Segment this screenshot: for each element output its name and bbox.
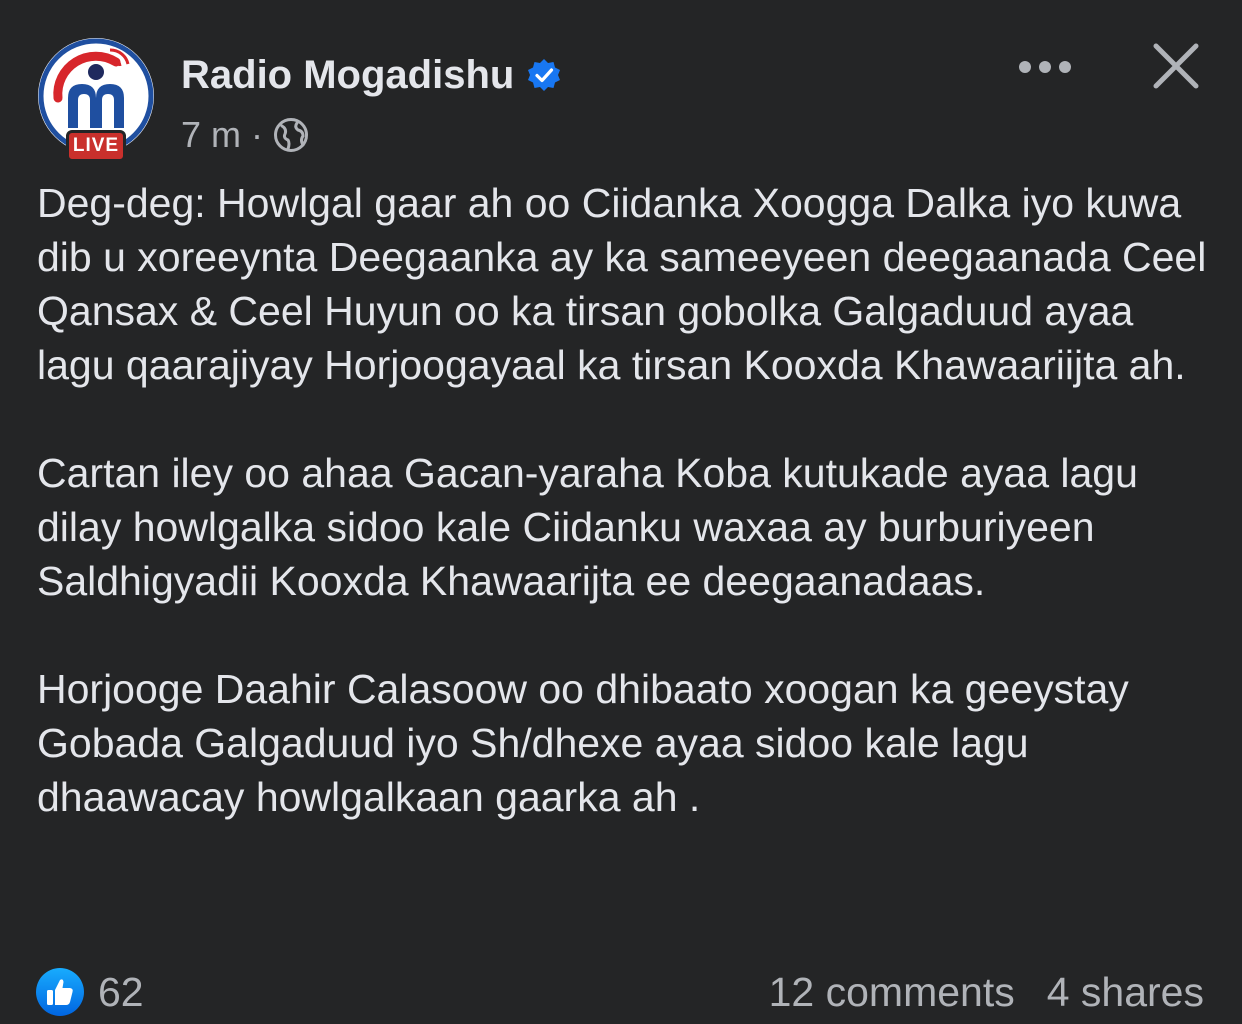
globe-icon xyxy=(274,118,309,152)
post-paragraph: Cartan iley oo ahaa Gacan-yaraha Koba ku… xyxy=(37,450,1138,604)
close-button[interactable] xyxy=(1146,36,1206,96)
page-name[interactable]: Radio Mogadishu xyxy=(181,53,514,98)
post-footer: 62 12 comments 4 shares xyxy=(0,960,1242,1024)
post-meta: 7 m · xyxy=(181,112,309,158)
shares-count-link[interactable]: 4 shares xyxy=(1047,968,1204,1016)
page-name-row: Radio Mogadishu xyxy=(181,50,562,100)
engagement-stats: 12 comments 4 shares xyxy=(769,968,1204,1016)
close-icon xyxy=(1153,43,1199,89)
more-options-icon xyxy=(1019,61,1071,73)
comments-count-link[interactable]: 12 comments xyxy=(769,968,1015,1016)
live-badge: LIVE xyxy=(66,130,126,162)
post-text: Deg-deg: Howlgal gaar ah oo Ciidanka Xoo… xyxy=(37,176,1217,824)
post-header: LIVE Radio Mogadishu 7 m · xyxy=(0,0,1242,170)
meta-separator: · xyxy=(251,114,264,155)
post-paragraph: Horjooge Daahir Calasoow oo dhibaato xoo… xyxy=(37,666,1129,820)
verified-badge-icon xyxy=(528,59,561,91)
more-options-button[interactable] xyxy=(1010,40,1080,94)
like-count[interactable]: 62 xyxy=(98,968,144,1016)
post-paragraph: Deg-deg: Howlgal gaar ah oo Ciidanka Xoo… xyxy=(37,180,1207,388)
post-timestamp[interactable]: 7 m xyxy=(181,114,241,156)
like-thumb-icon[interactable] xyxy=(36,968,84,1016)
